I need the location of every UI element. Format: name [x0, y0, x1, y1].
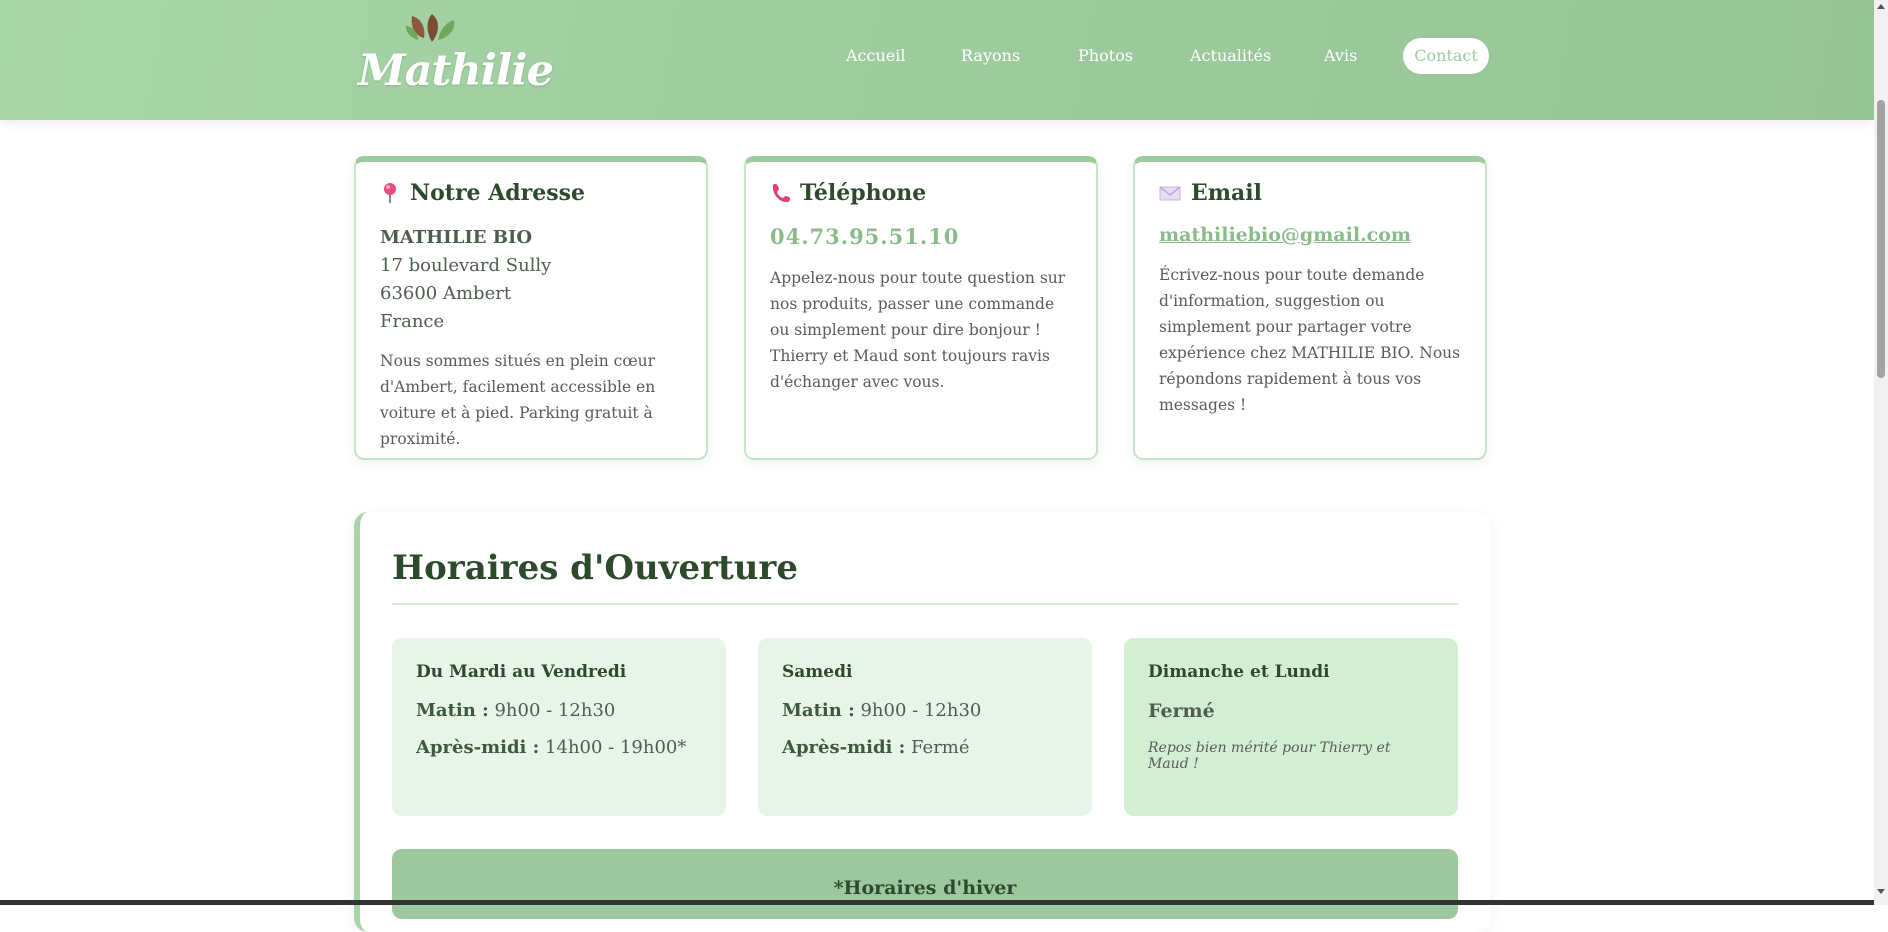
nav-accueil[interactable]: Accueil: [846, 38, 905, 74]
hours-card-weekdays: Du Mardi au Vendredi Matin : 9h00 - 12h3…: [392, 638, 726, 816]
afternoon-label: Après-midi :: [416, 737, 540, 758]
site-header: Mathilie Accueil Rayons Photos Actualité…: [0, 0, 1874, 120]
phone-card: Téléphone 04.73.95.51.10 Appelez-nous po…: [744, 156, 1098, 460]
weekdays-morning: Matin : 9h00 - 12h30: [416, 700, 702, 721]
saturday-afternoon: Après-midi : Fermé: [782, 737, 1068, 758]
email-card: Email mathiliebio@gmail.com Écrivez-nous…: [1133, 156, 1487, 460]
hours-section: Horaires d'Ouverture Du Mardi au Vendred…: [354, 512, 1490, 932]
hours-title: Horaires d'Ouverture: [392, 548, 798, 588]
hours-divider: [392, 603, 1458, 605]
morning-label: Matin :: [782, 700, 855, 721]
nav-photos[interactable]: Photos: [1078, 38, 1133, 74]
weekdays-title: Du Mardi au Vendredi: [416, 662, 627, 682]
email-description: Écrivez-nous pour toute demande d'inform…: [1159, 266, 1461, 414]
saturday-morning: Matin : 9h00 - 12h30: [782, 700, 1068, 721]
scroll-thumb[interactable]: [1877, 100, 1885, 378]
nav-rayons[interactable]: Rayons: [961, 38, 1020, 74]
address-card: Notre Adresse MATHILIE BIO 17 boulevard …: [354, 156, 708, 460]
email-title: Email: [1191, 180, 1263, 206]
shop-name: MATHILIE BIO: [380, 227, 533, 248]
morning-label: Matin :: [416, 700, 489, 721]
country: France: [380, 311, 445, 332]
envelope-icon: [1159, 186, 1181, 201]
scroll-up-arrow-icon[interactable]: [1877, 4, 1885, 9]
phone-number-link[interactable]: 04.73.95.51.10: [770, 224, 1072, 249]
hours-card-closed: Dimanche et Lundi Fermé Repos bien mérit…: [1124, 638, 1458, 816]
email-link[interactable]: mathiliebio@gmail.com: [1159, 224, 1461, 246]
nav-avis[interactable]: Avis: [1324, 38, 1357, 74]
closed-note: Repos bien mérité pour Thierry et Maud !: [1148, 740, 1391, 772]
email-card-title: Email: [1159, 180, 1461, 206]
scroll-down-arrow-icon[interactable]: [1877, 889, 1885, 894]
weekdays-afternoon: Après-midi : 14h00 - 19h00*: [416, 737, 702, 758]
morning-value: 9h00 - 12h30: [860, 700, 982, 721]
nav-actualites[interactable]: Actualités: [1190, 38, 1271, 74]
morning-value: 9h00 - 12h30: [494, 700, 616, 721]
closed-days-title: Dimanche et Lundi: [1148, 662, 1330, 682]
afternoon-label: Après-midi :: [782, 737, 906, 758]
bottom-bar: [0, 900, 1874, 905]
winter-hours-banner: *Horaires d'hiver: [392, 849, 1458, 919]
address-card-title: Notre Adresse: [380, 180, 682, 206]
nav-contact-button[interactable]: Contact: [1403, 38, 1489, 74]
afternoon-value: Fermé: [911, 737, 970, 758]
phone-description: Appelez-nous pour toute question sur nos…: [770, 269, 1066, 391]
phone-title: Téléphone: [800, 180, 927, 206]
hours-card-saturday: Samedi Matin : 9h00 - 12h30 Après-midi :…: [758, 638, 1092, 816]
address-description: Nous sommes situés en plein cœur d'Amber…: [380, 352, 656, 448]
street: 17 boulevard Sully: [380, 255, 552, 276]
address-title: Notre Adresse: [410, 180, 586, 206]
afternoon-value: 14h00 - 19h00*: [545, 737, 687, 758]
winter-hours-title: *Horaires d'hiver: [833, 877, 1017, 899]
phone-icon: [772, 183, 790, 203]
page-scrollbar[interactable]: [1874, 0, 1888, 905]
closed-status: Fermé: [1148, 700, 1215, 722]
pin-icon: [384, 183, 396, 203]
main-nav: Accueil Rayons Photos Actualités Avis Co…: [0, 38, 1874, 78]
city: 63600 Ambert: [380, 283, 512, 304]
phone-card-title: Téléphone: [770, 180, 1072, 206]
saturday-title: Samedi: [782, 662, 853, 682]
